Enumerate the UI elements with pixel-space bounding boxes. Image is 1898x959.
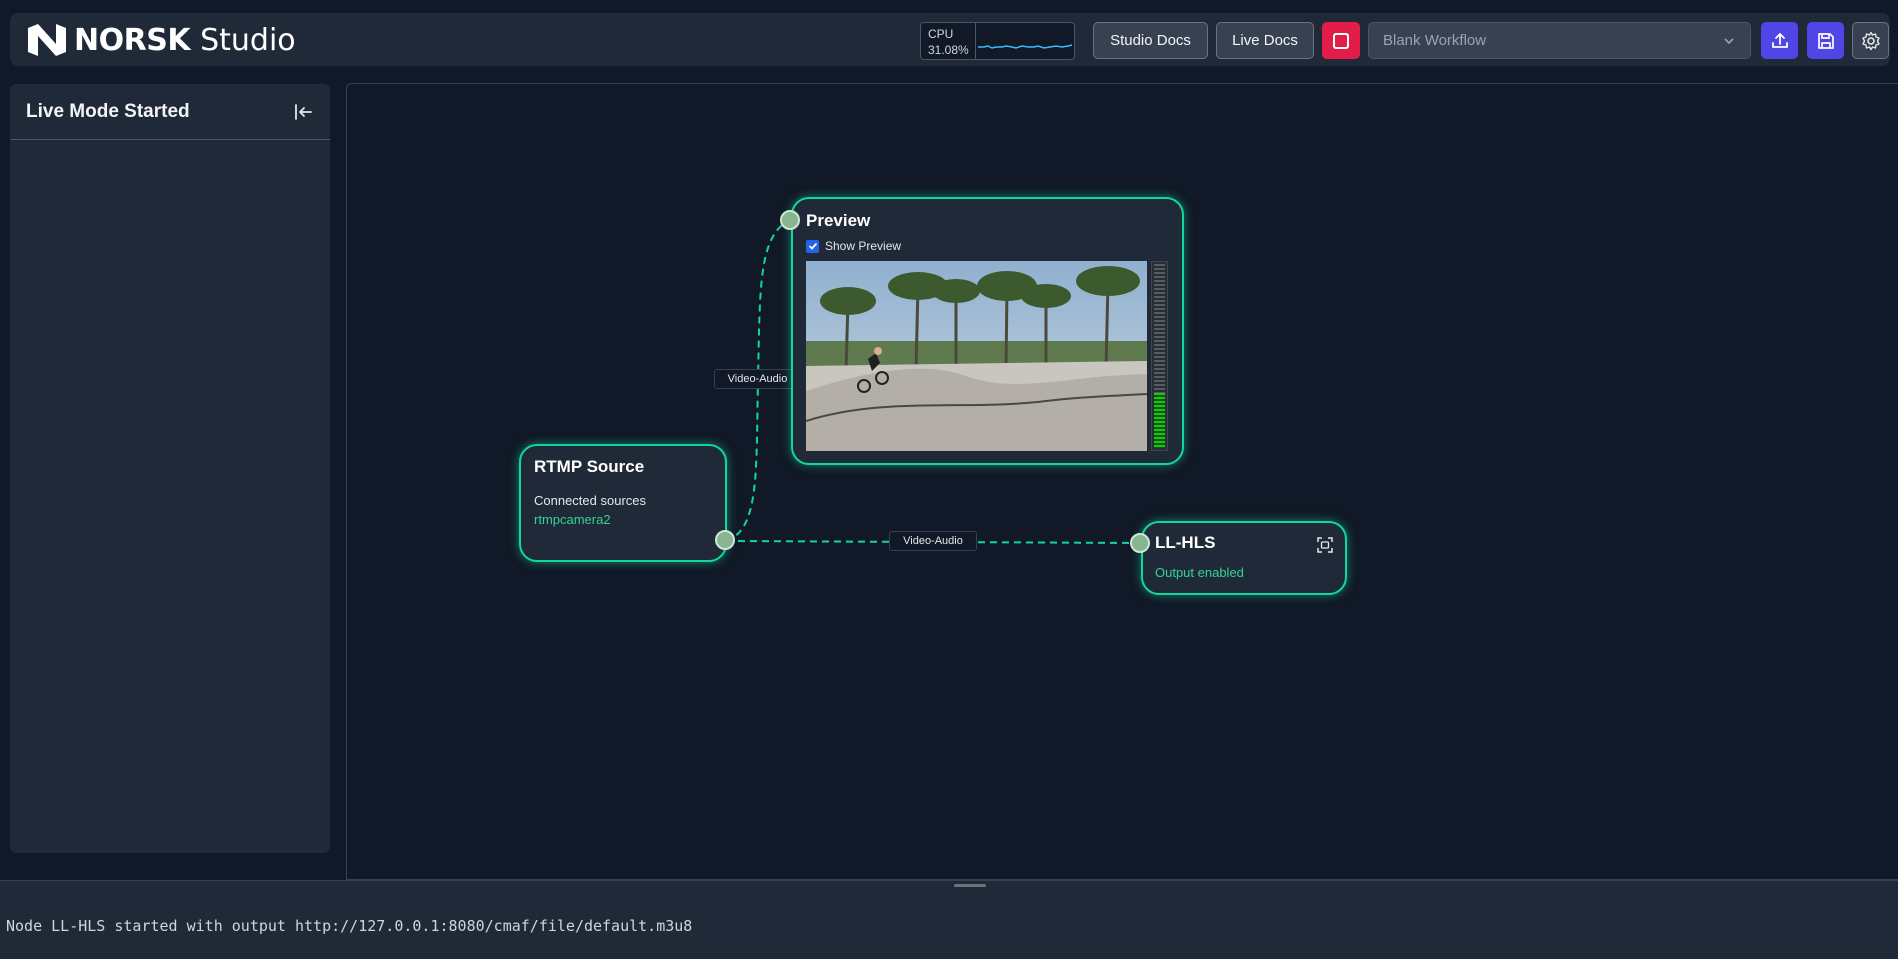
logo-product: Studio xyxy=(200,22,296,58)
logo-text: NORSK xyxy=(74,22,191,58)
resize-handle[interactable] xyxy=(954,884,986,887)
norsk-logo-icon xyxy=(28,24,66,56)
chevron-down-icon xyxy=(1724,37,1734,44)
check-icon xyxy=(808,242,817,250)
upload-icon xyxy=(1771,32,1788,48)
output-status: Output enabled xyxy=(1155,565,1244,580)
cpu-graph xyxy=(976,23,1074,59)
log-panel: Node LL-HLS started with output http://1… xyxy=(0,880,1898,959)
upload-button[interactable] xyxy=(1761,22,1798,59)
live-docs-button[interactable]: Live Docs xyxy=(1216,22,1314,59)
node-ll-hls[interactable]: LL-HLS Output enabled xyxy=(1141,521,1347,595)
audio-level-fill xyxy=(1154,392,1165,448)
show-preview-checkbox[interactable] xyxy=(806,239,819,253)
settings-button[interactable] xyxy=(1852,22,1889,59)
studio-docs-button[interactable]: Studio Docs xyxy=(1093,22,1208,59)
node-title: RTMP Source xyxy=(534,457,645,476)
app-logo: NORSK Studio xyxy=(26,22,296,58)
ll-hls-input-handle[interactable] xyxy=(1130,533,1150,553)
edge-label-rtmp-preview: Video-Audio xyxy=(714,369,801,389)
node-title: Preview xyxy=(806,211,871,230)
preview-input-handle[interactable] xyxy=(780,210,800,230)
save-button[interactable] xyxy=(1807,22,1844,59)
stop-icon xyxy=(1333,32,1349,49)
sidebar-header: Live Mode Started xyxy=(10,84,330,140)
node-rtmp-source[interactable]: RTMP Source Connected sources rtmpcamera… xyxy=(519,444,727,562)
show-preview-row: Show Preview xyxy=(806,239,901,253)
connected-sources-label: Connected sources xyxy=(534,493,647,508)
workflow-select-value: Blank Workflow xyxy=(1383,32,1487,49)
cpu-label: CPU xyxy=(928,27,954,41)
fullscreen-icon[interactable] xyxy=(1317,537,1333,553)
rtmp-output-handle[interactable] xyxy=(715,530,735,550)
cpu-monitor: CPU 31.08% xyxy=(920,22,1075,60)
save-icon xyxy=(1817,32,1834,49)
cpu-value: 31.08% xyxy=(928,43,969,57)
log-message: Node LL-HLS started with output http://1… xyxy=(6,917,693,935)
sidebar: Live Mode Started xyxy=(10,84,330,853)
show-preview-label: Show Preview xyxy=(825,239,902,253)
source-name: rtmpcamera2 xyxy=(534,512,611,527)
sidebar-title: Live Mode Started xyxy=(26,100,190,122)
collapse-sidebar-icon[interactable] xyxy=(292,101,314,123)
node-preview[interactable]: Preview Show Preview xyxy=(791,197,1184,465)
gear-icon xyxy=(1861,31,1880,50)
audio-level-meter xyxy=(1151,261,1168,451)
workflow-select[interactable]: Blank Workflow xyxy=(1368,22,1751,59)
node-title: LL-HLS xyxy=(1155,533,1216,552)
stop-button[interactable] xyxy=(1322,22,1360,59)
preview-video xyxy=(806,261,1147,451)
edge-label-rtmp-llhls: Video-Audio xyxy=(889,531,977,551)
preview-video-image xyxy=(806,261,1147,451)
